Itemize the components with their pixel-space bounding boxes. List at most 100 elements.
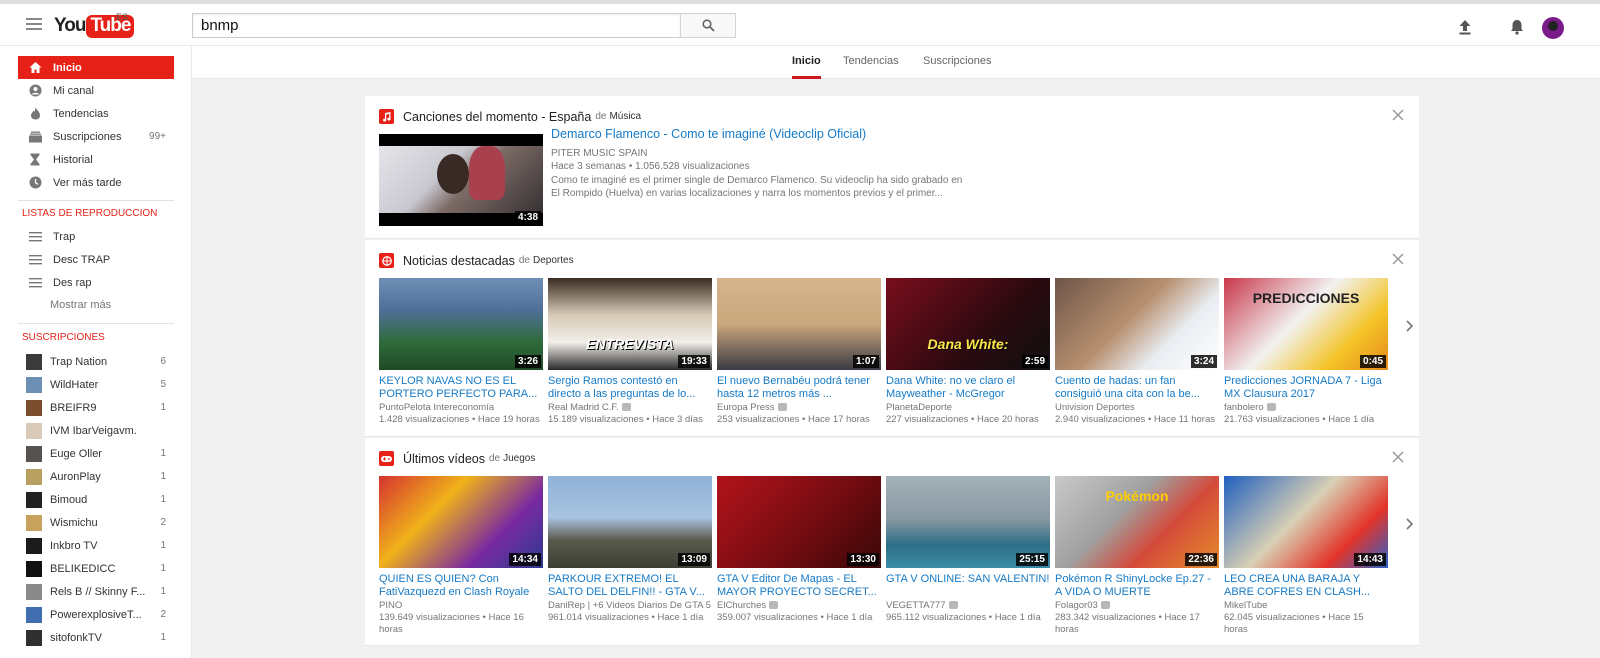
video-thumbnail[interactable]: PREDICCIONES 0:45 [1224,278,1388,370]
search-button[interactable] [680,13,736,38]
sidebar-subscription-item[interactable]: AuronPlay 1 [18,465,174,488]
guide-menu-icon[interactable] [26,18,42,32]
video-thumbnail[interactable]: 13:30 [717,476,881,568]
video-title[interactable]: Dana White: no ve claro el Mayweather - … [886,375,1050,401]
sidebar-item-tendencias[interactable]: Tendencias [18,102,174,125]
video-thumbnail[interactable]: 14:43 [1224,476,1388,568]
video-title[interactable]: Pokémon R ShinyLocke Ep.27 - A VIDA O MU… [1055,573,1219,599]
close-icon[interactable] [1391,252,1405,266]
video-card[interactable]: 25:15 GTA V ONLINE: SAN VALENTIN! VEGETTA7… [886,476,1050,624]
sidebar-subscription-item[interactable]: Trap Nation 6 [18,350,174,373]
sidebar-item-suscripciones[interactable]: Suscripciones 99+ [18,125,174,148]
video-card[interactable]: 1:07 El nuevo Bernabéu podrá tener hasta … [717,278,881,426]
close-icon[interactable] [1391,450,1405,464]
shelf-category-link[interactable]: Música [609,111,641,122]
tab-tendencias[interactable]: Tendencias [843,55,899,79]
sidebar-subscription-item[interactable]: IVM IbarVeigavm. [18,419,174,442]
meta-separator: • [643,414,653,425]
verified-badge-icon [1266,403,1276,412]
sidebar-playlist-trap[interactable]: Trap [18,225,174,248]
chevron-right-icon[interactable] [1405,319,1415,333]
video-thumbnail[interactable]: 3:26 [379,278,543,370]
video-channel-name[interactable]: Europa Press [717,402,775,413]
sidebar-playlist-desc-trap[interactable]: Desc TRAP [18,248,174,271]
video-card[interactable]: 14:34 QUIEN ES QUIEN? Con FatiVazquezd en… [379,476,543,636]
search-input[interactable] [192,13,680,38]
shelf-title-text[interactable]: Canciones del momento - España [403,110,591,124]
shelf-category-link[interactable]: Deportes [533,255,574,266]
video-channel-name[interactable]: Univision Deportes [1055,402,1135,413]
video-card[interactable]: 13:09 PARKOUR EXTREMO! EL SALTO DEL DELFI… [548,476,712,624]
shelf-title-text[interactable]: Noticias destacadas [403,254,515,268]
video-card[interactable]: Dana White: 2:59 Dana White: no ve claro e… [886,278,1050,426]
video-thumbnail[interactable]: 1:07 [717,278,881,370]
featured-video-thumbnail[interactable]: 4:38 [379,134,543,226]
video-channel-name[interactable]: PuntoPelota Intereconomía [379,402,494,413]
sidebar-subscription-item[interactable]: sitofonkTV 1 [18,626,174,649]
sidebar-subscription-item[interactable]: Wismichu 2 [18,511,174,534]
video-card[interactable]: 3:24 Cuento de hadas: un fan consiguió un… [1055,278,1219,426]
video-channel-name[interactable]: fanbolero [1224,402,1264,413]
sidebar-playlist-des-rap[interactable]: Des rap [18,271,174,294]
chevron-right-icon[interactable] [1405,517,1415,531]
video-title[interactable]: El nuevo Bernabéu podrá tener hasta 12 m… [717,375,881,401]
video-title[interactable]: Predicciones JORNADA 7 - Liga MX Clausur… [1224,375,1388,401]
video-thumbnail[interactable]: 3:24 [1055,278,1219,370]
video-card[interactable]: ENTREVISTA 19:33 Sergio Ramos contestó en … [548,278,712,426]
video-title[interactable]: KEYLOR NAVAS NO ES EL PORTERO PERFECTO P… [379,375,543,401]
video-title[interactable]: Cuento de hadas: un fan consiguió una ci… [1055,375,1219,401]
shelf-title: Últimos vídeos de Juegos [379,451,535,466]
video-title[interactable]: PARKOUR EXTREMO! EL SALTO DEL DELFIN!! -… [548,573,712,599]
video-channel-name[interactable]: PINO [379,600,402,611]
sidebar-subscription-item[interactable]: BREIFR9 1 [18,396,174,419]
youtube-logo[interactable]: You Tube ES [54,12,135,40]
close-icon[interactable] [1391,108,1405,122]
video-card[interactable]: PREDICCIONES 0:45 Predicciones JORNADA 7 -… [1224,278,1388,426]
sidebar-subscription-item[interactable]: WildHater 5 [18,373,174,396]
sidebar-subscription-item[interactable]: PowerexplosiveT... 2 [18,603,174,626]
user-avatar[interactable] [1542,17,1564,39]
video-thumbnail[interactable]: Dana White: 2:59 [886,278,1050,370]
video-title[interactable]: LEO CREA UNA BARAJA Y ABRE COFRES EN CLA… [1224,573,1388,599]
shelf-title-text[interactable]: Últimos vídeos [403,452,485,466]
shelf-category-link[interactable]: Juegos [503,453,535,464]
tab-suscripciones[interactable]: Suscripciones [923,55,991,79]
video-thumbnail[interactable]: 25:15 [886,476,1050,568]
show-more-link[interactable]: Mostrar más [50,299,111,311]
sidebar-subscription-item[interactable]: Euge Oller 1 [18,442,174,465]
video-channel-name[interactable]: MikelTube [1224,600,1267,611]
gamepad-icon [379,451,394,466]
video-card[interactable]: 13:30 GTA V Editor De Mapas - EL MAYOR PR… [717,476,881,624]
featured-video-channel[interactable]: PITER MUSIC SPAIN [551,147,971,160]
sidebar-subscription-item[interactable]: Rels B // Skinny F... 1 [18,580,174,603]
video-channel-name[interactable]: VEGETTA777 [886,600,946,611]
sidebar-item-label: Trap [53,230,76,243]
video-channel-name[interactable]: DaniRep | +6 Videos Diarios De GTA 5 Onl… [548,600,712,611]
sidebar-subscription-item[interactable]: Inkbro TV 1 [18,534,174,557]
sidebar-subscription-item[interactable]: BELIKEDICC 1 [18,557,174,580]
video-card[interactable]: Pokémon 22:36 Pokémon R ShinyLocke Ep.27 -… [1055,476,1219,636]
sidebar-subscription-item[interactable]: Bimoud 1 [18,488,174,511]
featured-video-title[interactable]: Demarco Flamenco - Como te imaginé (Vide… [551,127,866,141]
video-channel-name[interactable]: ElChurches [717,600,766,611]
video-channel-name[interactable]: Real Madrid C.F. [548,402,619,413]
video-title[interactable]: GTA V Editor De Mapas - EL MAYOR PROYECT… [717,573,881,599]
video-card[interactable]: 14:43 LEO CREA UNA BARAJA Y ABRE COFRES E… [1224,476,1388,636]
video-thumbnail[interactable]: 13:09 [548,476,712,568]
video-thumbnail[interactable]: Pokémon 22:36 [1055,476,1219,568]
sidebar-item-historial[interactable]: Historial [18,148,174,171]
upload-icon[interactable] [1456,18,1474,36]
sidebar-item-mi-canal[interactable]: Mi canal [18,79,174,102]
video-channel-name[interactable]: Folagor03 [1055,600,1098,611]
sidebar-item-inicio[interactable]: Inicio [18,56,174,79]
video-thumbnail[interactable]: ENTREVISTA 19:33 [548,278,712,370]
sidebar-item-ver-mas-tarde[interactable]: Ver más tarde [18,171,174,194]
video-title[interactable]: GTA V ONLINE: SAN VALENTIN! [886,573,1050,599]
tab-inicio[interactable]: Inicio [792,55,821,79]
video-card[interactable]: 3:26 KEYLOR NAVAS NO ES EL PORTERO PERFEC… [379,278,543,426]
video-title[interactable]: QUIEN ES QUIEN? Con FatiVazquezd en Clas… [379,573,543,599]
video-title[interactable]: Sergio Ramos contestó en directo a las p… [548,375,712,401]
video-channel-name[interactable]: PlanetaDeporte [886,402,952,413]
notifications-bell-icon[interactable] [1508,18,1526,36]
video-thumbnail[interactable]: 14:34 [379,476,543,568]
